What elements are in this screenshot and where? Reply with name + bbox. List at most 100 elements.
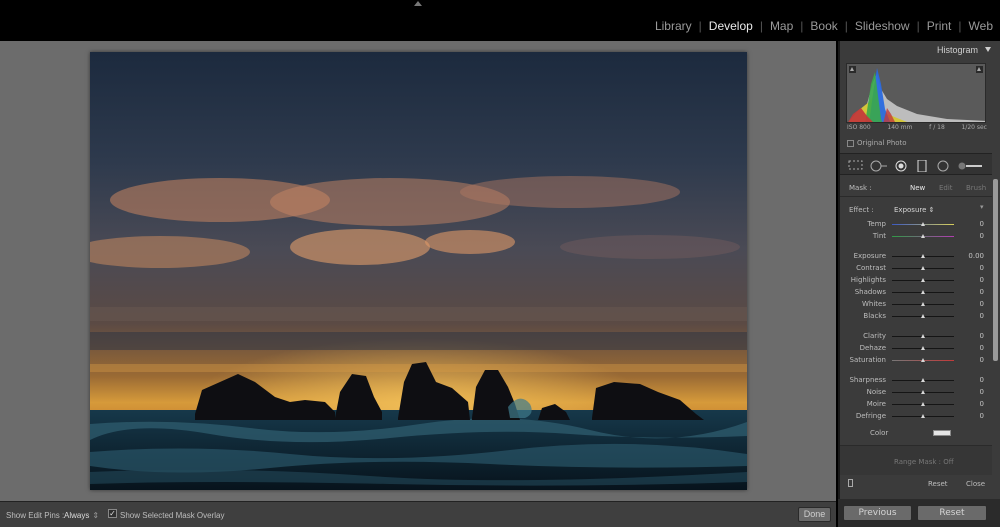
mask-overlay-checkbox[interactable]: ✓ bbox=[108, 509, 117, 518]
slider-label: Tint bbox=[872, 232, 886, 240]
slider-thumb[interactable] bbox=[920, 358, 925, 362]
module-slideshow[interactable]: Slideshow bbox=[848, 19, 917, 33]
exif-shutter: 1/20 sec bbox=[961, 124, 987, 131]
collapse-top-panel-icon[interactable] bbox=[414, 1, 422, 6]
module-book[interactable]: Book bbox=[803, 19, 844, 33]
slider-value[interactable]: 0 bbox=[980, 388, 984, 396]
slider-thumb[interactable] bbox=[920, 234, 925, 238]
effect-label: Effect : bbox=[849, 206, 874, 214]
original-photo-checkbox[interactable] bbox=[847, 140, 854, 147]
slider-label: Highlights bbox=[850, 276, 886, 284]
pin-toggle-icon[interactable] bbox=[848, 479, 853, 487]
slider-value[interactable]: 0 bbox=[980, 220, 984, 228]
histogram[interactable] bbox=[846, 63, 986, 123]
mask-brush-button[interactable]: Brush bbox=[966, 184, 986, 192]
module-library[interactable]: Library bbox=[648, 19, 699, 33]
crop-overlay-icon[interactable] bbox=[848, 160, 864, 170]
adjustment-brush-icon[interactable] bbox=[958, 160, 984, 172]
slider-thumb[interactable] bbox=[920, 314, 925, 318]
done-button[interactable]: Done bbox=[798, 507, 831, 522]
range-mask-section[interactable]: Range Mask : Off bbox=[840, 445, 992, 475]
slider-label: Dehaze bbox=[859, 344, 886, 352]
slider-value[interactable]: 0 bbox=[980, 264, 984, 272]
bottom-toolbar: Show Edit Pins : Always ⇕ ✓ Show Selected… bbox=[0, 501, 836, 527]
slider-value[interactable]: 0.00 bbox=[968, 252, 984, 260]
slider-value[interactable]: 0 bbox=[980, 288, 984, 296]
module-picker: Library | Develop | Map | Book | Slideshow | … bbox=[648, 19, 1000, 33]
slider-label: Clarity bbox=[863, 332, 886, 340]
slider-thumb[interactable] bbox=[920, 346, 925, 350]
histogram-graph bbox=[848, 68, 985, 122]
panel-reset-button[interactable]: Reset bbox=[928, 480, 948, 488]
mask-overlay-label: Show Selected Mask Overlay bbox=[120, 511, 225, 520]
mask-label: Mask : bbox=[849, 184, 872, 192]
slider-label: Shadows bbox=[854, 288, 886, 296]
mask-edit-button[interactable]: Edit bbox=[939, 184, 953, 192]
color-label: Color bbox=[870, 429, 889, 437]
histogram-header[interactable]: Histogram bbox=[840, 41, 992, 61]
previous-button[interactable]: Previous bbox=[843, 505, 912, 521]
slider-thumb[interactable] bbox=[920, 278, 925, 282]
mask-new-button[interactable]: New bbox=[910, 184, 925, 192]
slider-label: Saturation bbox=[849, 356, 887, 364]
slider-value[interactable]: 0 bbox=[980, 312, 984, 320]
tool-strip bbox=[840, 153, 992, 175]
module-web[interactable]: Web bbox=[962, 19, 1000, 33]
spot-removal-icon[interactable] bbox=[870, 160, 888, 172]
exif-aperture: f / 18 bbox=[929, 124, 945, 131]
range-mask-label: Range Mask : Off bbox=[894, 458, 954, 466]
slider-value[interactable]: 0 bbox=[980, 412, 984, 420]
exif-info: ISO 800 140 mm f / 18 1/20 sec bbox=[847, 124, 987, 131]
shadow-clipping-icon[interactable] bbox=[849, 66, 856, 73]
slider-value[interactable]: 0 bbox=[980, 332, 984, 340]
slider-thumb[interactable] bbox=[920, 290, 925, 294]
photo-preview[interactable] bbox=[90, 52, 747, 490]
slider-label: Moire bbox=[866, 400, 886, 408]
highlight-clipping-icon[interactable] bbox=[976, 66, 983, 73]
photo-canvas[interactable] bbox=[0, 41, 836, 501]
graduated-filter-icon[interactable] bbox=[916, 160, 928, 172]
slider-thumb[interactable] bbox=[920, 222, 925, 226]
module-print[interactable]: Print bbox=[920, 19, 959, 33]
slider-thumb[interactable] bbox=[920, 266, 925, 270]
slider-thumb[interactable] bbox=[920, 414, 925, 418]
radial-filter-icon[interactable] bbox=[936, 160, 950, 172]
slider-label: Noise bbox=[866, 388, 886, 396]
slider-thumb[interactable] bbox=[920, 378, 925, 382]
reset-button[interactable]: Reset bbox=[917, 505, 987, 521]
slider-value[interactable]: 0 bbox=[980, 232, 984, 240]
effect-collapse-icon[interactable]: ▾ bbox=[980, 203, 984, 211]
slider-label: Whites bbox=[861, 300, 886, 308]
slider-thumb[interactable] bbox=[920, 402, 925, 406]
slider-label: Exposure bbox=[853, 252, 886, 260]
effect-value: Exposure bbox=[894, 206, 927, 214]
slider-value[interactable]: 0 bbox=[980, 300, 984, 308]
module-bar: Library | Develop | Map | Book | Slideshow | … bbox=[0, 0, 1000, 40]
slider-value[interactable]: 0 bbox=[980, 344, 984, 352]
slider-thumb[interactable] bbox=[920, 254, 925, 258]
slider-thumb[interactable] bbox=[920, 390, 925, 394]
exif-iso: ISO 800 bbox=[847, 124, 871, 131]
panel-close-button[interactable]: Close bbox=[966, 480, 985, 488]
color-swatch[interactable] bbox=[933, 430, 951, 436]
slider-value[interactable]: 0 bbox=[980, 276, 984, 284]
slider-value[interactable]: 0 bbox=[980, 376, 984, 384]
show-edit-pins-label: Show Edit Pins : bbox=[6, 511, 65, 520]
slider-value[interactable]: 0 bbox=[980, 356, 984, 364]
slider-thumb[interactable] bbox=[920, 302, 925, 306]
sunset-seascape-image bbox=[90, 52, 747, 490]
right-panel: Histogram ISO 800 140 mm f / 18 1/20 sec… bbox=[838, 41, 1000, 527]
show-edit-pins-select[interactable]: Always ⇕ bbox=[64, 511, 99, 520]
panel-scrollbar[interactable] bbox=[993, 179, 998, 361]
slider-thumb[interactable] bbox=[920, 334, 925, 338]
effect-select[interactable]: Exposure ⇕ bbox=[894, 206, 935, 214]
slider-value[interactable]: 0 bbox=[980, 400, 984, 408]
collapse-triangle-icon[interactable] bbox=[985, 47, 991, 52]
exif-focal: 140 mm bbox=[887, 124, 913, 131]
module-develop[interactable]: Develop bbox=[702, 19, 760, 33]
select-arrows-icon: ⇕ bbox=[92, 511, 100, 520]
red-eye-icon[interactable] bbox=[894, 160, 908, 172]
mask-row: Mask : New Edit Brush bbox=[840, 179, 992, 197]
slider-label: Temp bbox=[867, 220, 886, 228]
module-map[interactable]: Map bbox=[763, 19, 800, 33]
